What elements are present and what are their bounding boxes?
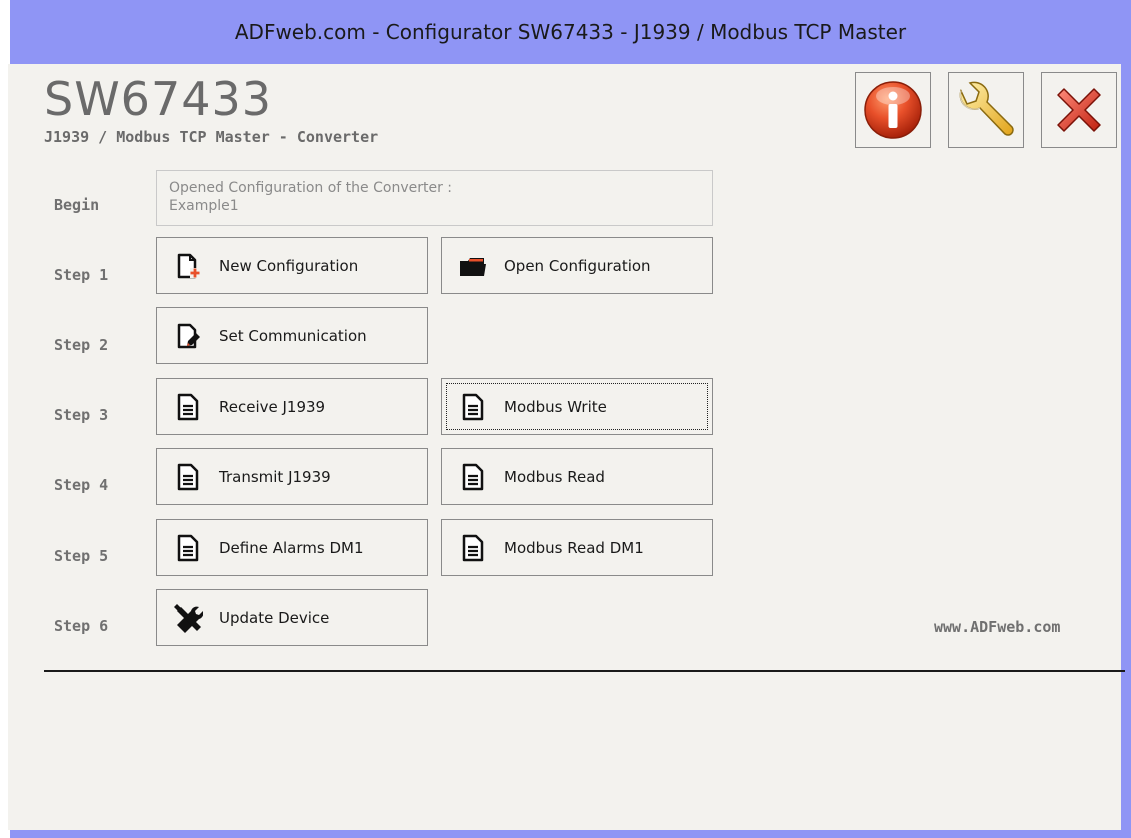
step1-label: Step 1 bbox=[54, 266, 109, 284]
transmit-j1939-button[interactable]: Transmit J1939 bbox=[156, 448, 428, 505]
edit-document-icon bbox=[173, 321, 203, 351]
begin-label: Begin bbox=[54, 196, 100, 214]
close-icon bbox=[1057, 88, 1101, 132]
divider bbox=[44, 670, 1125, 672]
website-link[interactable]: www.ADFweb.com bbox=[934, 618, 1060, 636]
step2-label: Step 2 bbox=[54, 336, 109, 354]
receive-j1939-button[interactable]: Receive J1939 bbox=[156, 378, 428, 435]
modbus-read-dm1-button[interactable]: Modbus Read DM1 bbox=[441, 519, 713, 576]
set-communication-label: Set Communication bbox=[219, 326, 367, 345]
document-icon bbox=[173, 392, 203, 422]
opened-configuration-name: Example1 bbox=[169, 198, 239, 214]
info-icon bbox=[864, 81, 922, 139]
update-device-label: Update Device bbox=[219, 608, 330, 627]
modbus-read-label: Modbus Read bbox=[504, 467, 605, 486]
step3-label: Step 3 bbox=[54, 406, 109, 424]
step5-label: Step 5 bbox=[54, 547, 109, 565]
folder-icon bbox=[458, 251, 488, 281]
opened-configuration-caption: Opened Configuration of the Converter : bbox=[169, 180, 453, 196]
open-configuration-label: Open Configuration bbox=[504, 256, 651, 275]
modbus-write-button[interactable]: Modbus Write bbox=[441, 378, 713, 435]
open-configuration-button[interactable]: Open Configuration bbox=[441, 237, 713, 294]
wrench-icon bbox=[959, 81, 1014, 136]
settings-button[interactable] bbox=[948, 72, 1024, 148]
document-icon bbox=[173, 462, 203, 492]
info-button[interactable] bbox=[855, 72, 931, 148]
close-button[interactable] bbox=[1041, 72, 1117, 148]
window-title: ADFweb.com - Configurator SW67433 - J193… bbox=[234, 20, 907, 44]
new-configuration-button[interactable]: New Configuration bbox=[156, 237, 428, 294]
receive-j1939-label: Receive J1939 bbox=[219, 397, 326, 416]
modbus-read-button[interactable]: Modbus Read bbox=[441, 448, 713, 505]
opened-configuration-box: Opened Configuration of the Converter : … bbox=[156, 170, 713, 226]
step6-label: Step 6 bbox=[54, 617, 109, 635]
document-icon bbox=[458, 392, 488, 422]
update-device-button[interactable]: Update Device bbox=[156, 589, 428, 646]
set-communication-button[interactable]: Set Communication bbox=[156, 307, 428, 364]
define-alarms-dm1-button[interactable]: Define Alarms DM1 bbox=[156, 519, 428, 576]
document-icon bbox=[173, 533, 203, 563]
modbus-read-dm1-label: Modbus Read DM1 bbox=[504, 538, 644, 557]
step4-label: Step 4 bbox=[54, 476, 109, 494]
document-icon bbox=[458, 462, 488, 492]
modbus-write-label: Modbus Write bbox=[504, 397, 607, 416]
transmit-j1939-label: Transmit J1939 bbox=[219, 467, 331, 486]
define-alarms-dm1-label: Define Alarms DM1 bbox=[219, 538, 364, 557]
document-icon bbox=[458, 533, 488, 563]
app-subtitle: J1939 / Modbus TCP Master - Converter bbox=[44, 128, 379, 146]
new-configuration-label: New Configuration bbox=[219, 256, 359, 275]
new-document-icon bbox=[173, 251, 203, 281]
tools-icon bbox=[173, 603, 203, 633]
app-title: SW67433 bbox=[44, 72, 273, 126]
